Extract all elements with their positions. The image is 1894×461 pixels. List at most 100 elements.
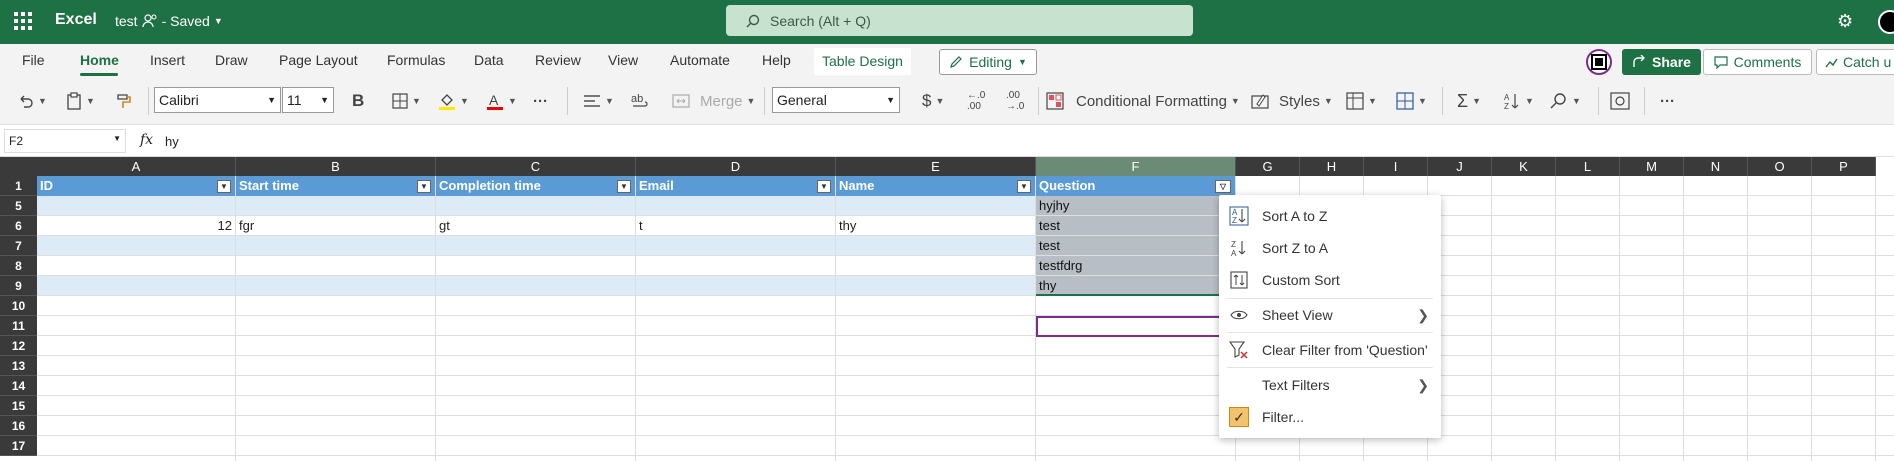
row-header[interactable]: 15 [0, 396, 37, 416]
share-button[interactable]: Share [1622, 49, 1701, 75]
table-cell[interactable] [436, 276, 635, 295]
column-header[interactable]: O [1748, 157, 1812, 176]
filter-dropdown-icon[interactable]: ▼ [617, 180, 631, 193]
menu-item-text-filters[interactable]: Text Filters ❯ [1219, 371, 1441, 399]
insert-cells-button[interactable]: ▼ [1396, 87, 1427, 115]
menu-item-filter[interactable]: ✓ Filter... [1219, 403, 1441, 431]
table-cell[interactable] [636, 236, 835, 255]
row-header[interactable]: 9 [0, 276, 37, 296]
number-format-select[interactable]: General ▼ [772, 87, 900, 113]
more-options-icon[interactable]: ··· [1660, 87, 1675, 115]
table-cell[interactable] [836, 236, 1035, 255]
column-header[interactable]: F [1036, 157, 1236, 176]
table-cell[interactable] [37, 256, 235, 275]
table-cell[interactable]: thy [836, 216, 1035, 235]
row-header[interactable]: 1 [0, 176, 37, 196]
name-box[interactable]: F2 ▼ [4, 129, 126, 153]
table-cell[interactable]: test [1036, 216, 1235, 235]
sort-button[interactable]: A Z ▼ [1503, 87, 1534, 115]
row-header[interactable]: 14 [0, 376, 37, 396]
row-header[interactable]: 8 [0, 256, 37, 276]
table-cell[interactable] [236, 236, 435, 255]
row-header[interactable]: 7 [0, 236, 37, 256]
table-cell[interactable]: gt [436, 216, 635, 235]
column-header[interactable]: M [1620, 157, 1684, 176]
table-cell[interactable]: testfdrg [1036, 256, 1235, 275]
column-header[interactable]: K [1492, 157, 1556, 176]
tab-insert[interactable]: Insert [150, 52, 185, 68]
table-cell[interactable] [236, 276, 435, 295]
editing-mode-button[interactable]: Editing ▼ [939, 49, 1037, 75]
autosum-button[interactable]: Σ ▼ [1457, 87, 1481, 115]
search-input[interactable]: Search (Alt + Q) [726, 5, 1193, 36]
table-cell[interactable] [37, 236, 235, 255]
currency-button[interactable]: $ ▼ [922, 87, 944, 115]
table-header-cell[interactable]: Email ▼ [636, 176, 835, 196]
borders-button[interactable]: ▼ [392, 87, 421, 115]
column-header[interactable]: I [1364, 157, 1428, 176]
column-header[interactable]: J [1428, 157, 1492, 176]
row-header[interactable]: 6 [0, 216, 37, 236]
table-header-cell[interactable]: Start time ▼ [236, 176, 435, 196]
column-header[interactable]: P [1812, 157, 1876, 176]
column-header[interactable]: D [636, 157, 836, 176]
tab-home[interactable]: Home [80, 52, 119, 68]
table-cell[interactable]: t [636, 216, 835, 235]
column-header[interactable]: E [836, 157, 1036, 176]
tab-review[interactable]: Review [535, 52, 581, 68]
table-cell[interactable] [636, 256, 835, 275]
table-cell[interactable] [236, 196, 435, 215]
table-header-cell[interactable]: ID ▼ [37, 176, 235, 196]
increase-decimal-icon[interactable]: .00 →.0 [1006, 87, 1024, 115]
filter-dropdown-icon[interactable]: ▼ [417, 180, 431, 193]
tab-file[interactable]: File [22, 52, 45, 68]
tab-formulas[interactable]: Formulas [387, 52, 445, 68]
merge-button[interactable]: Merge ▼ [672, 87, 755, 115]
table-cell[interactable] [236, 256, 435, 275]
record-button[interactable] [1586, 49, 1612, 75]
undo-button[interactable]: ▼ [18, 87, 47, 115]
paste-button[interactable]: ▼ [66, 87, 95, 115]
catch-up-button[interactable]: Catch u [1816, 49, 1894, 75]
tab-automate[interactable]: Automate [670, 52, 730, 68]
align-button[interactable]: ▼ [583, 87, 614, 115]
find-button[interactable]: ▼ [1550, 87, 1581, 115]
table-cell[interactable] [636, 196, 835, 215]
styles-button[interactable]: Styles ▼ [1251, 87, 1333, 115]
filter-dropdown-icon[interactable]: ▼ [1017, 180, 1031, 193]
select-all-corner[interactable] [0, 157, 37, 176]
filter-active-icon[interactable]: ▽ [1215, 180, 1231, 193]
column-header[interactable]: C [436, 157, 636, 176]
comments-button[interactable]: Comments [1703, 49, 1812, 75]
column-header[interactable]: G [1236, 157, 1300, 176]
conditional-formatting-button[interactable]: Conditional Formatting ▼ [1046, 87, 1240, 115]
gear-icon[interactable]: ⚙ [1837, 11, 1853, 32]
table-cell[interactable] [436, 236, 635, 255]
table-cell[interactable] [436, 256, 635, 275]
column-header[interactable]: B [236, 157, 436, 176]
formula-input[interactable]: hy [165, 134, 179, 149]
decrease-decimal-icon[interactable]: ←.0.00 [967, 87, 985, 115]
tab-table-design[interactable]: Table Design [814, 48, 911, 75]
active-cell-selection[interactable] [1036, 316, 1236, 337]
analyze-data-button[interactable] [1610, 87, 1630, 115]
format-painter-button[interactable] [115, 87, 133, 115]
menu-item-clear-filter[interactable]: Clear Filter from 'Question' [1219, 336, 1441, 364]
table-cell[interactable]: test [1036, 236, 1235, 255]
sort-filter-button[interactable]: ▼ [1346, 87, 1377, 115]
menu-item-sort-z-to-a[interactable]: ZA Sort Z to A [1219, 234, 1441, 262]
table-cell[interactable] [636, 276, 835, 295]
table-header-cell[interactable]: Completion time ▼ [436, 176, 635, 196]
app-name[interactable]: Excel [55, 11, 97, 29]
menu-item-sheet-view[interactable]: Sheet View ❯ [1219, 301, 1441, 329]
table-header-cell[interactable]: Name ▼ [836, 176, 1035, 196]
table-cell[interactable] [836, 256, 1035, 275]
fx-icon[interactable]: fx [140, 132, 153, 148]
row-header[interactable]: 16 [0, 416, 37, 436]
table-cell[interactable]: hyjhy [1036, 196, 1235, 215]
column-header[interactable]: N [1684, 157, 1748, 176]
filter-dropdown-icon[interactable]: ▼ [817, 180, 831, 193]
filter-dropdown-icon[interactable]: ▼ [217, 180, 231, 193]
font-color-button[interactable]: A ▼ [486, 87, 517, 115]
avatar[interactable] [1878, 10, 1894, 34]
